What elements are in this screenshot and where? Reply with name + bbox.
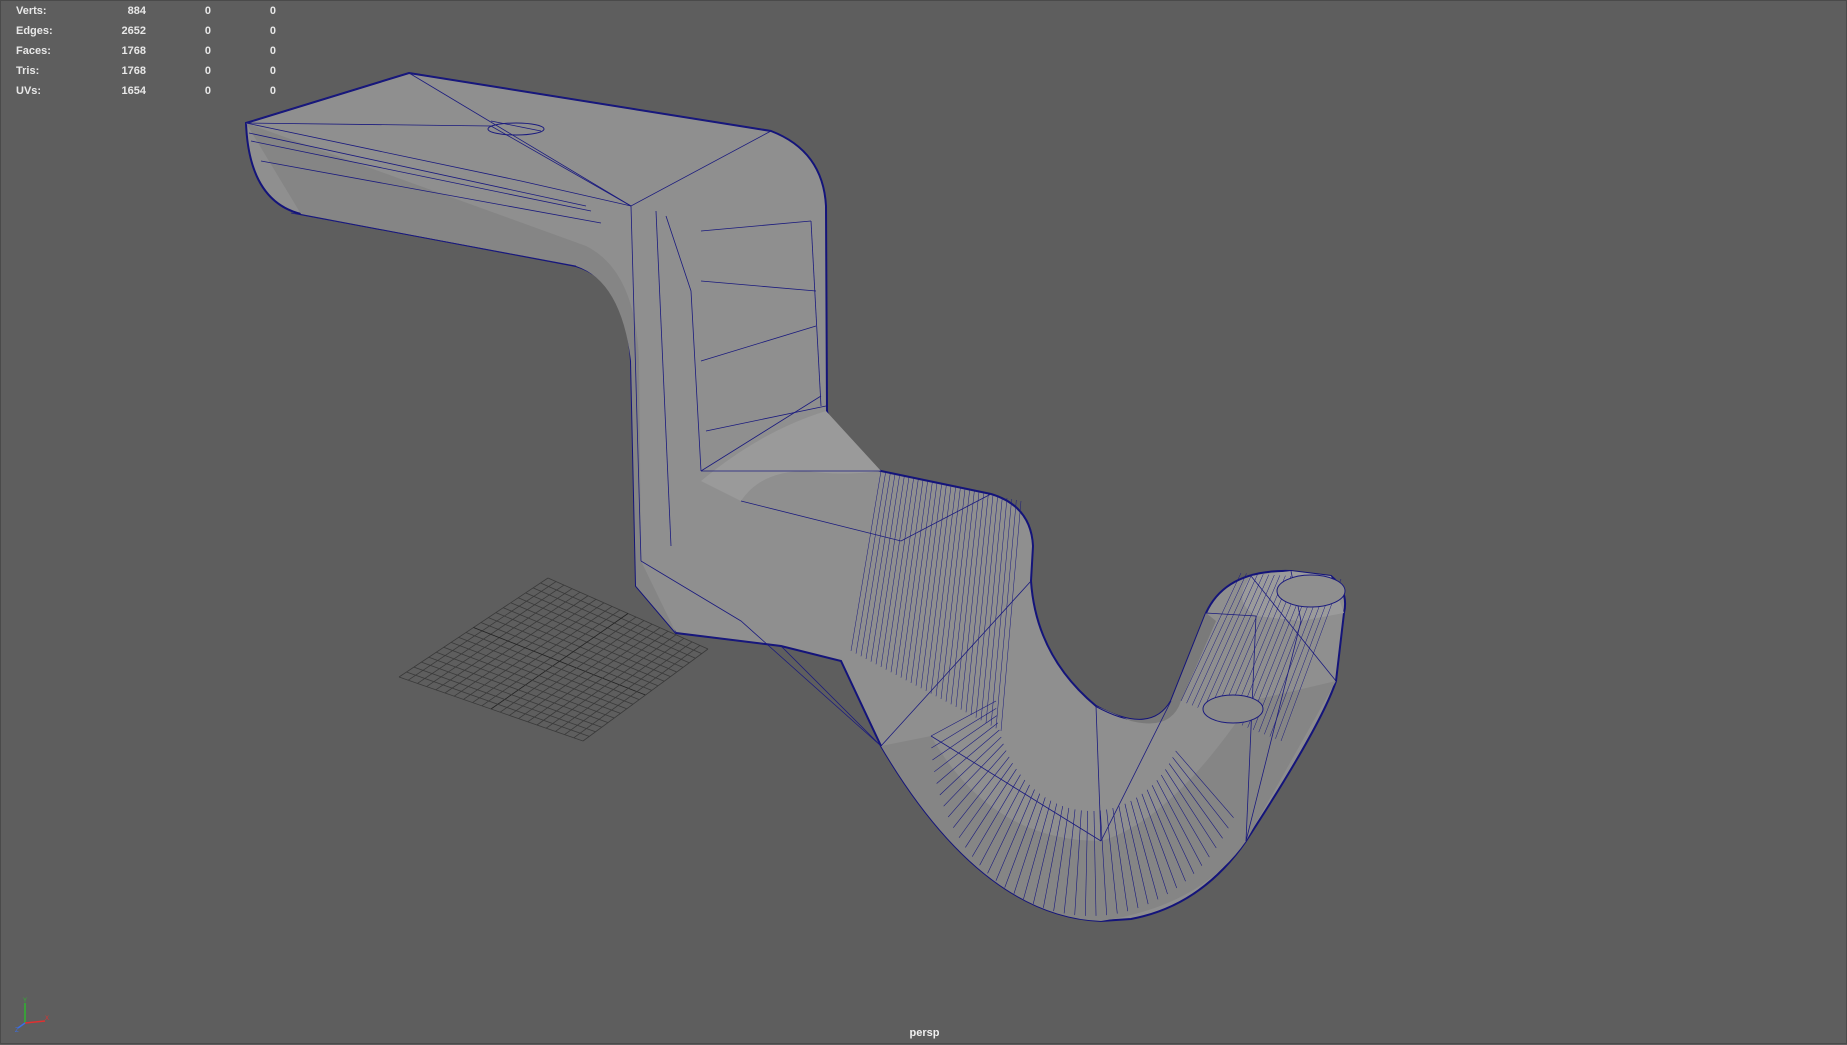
hud-stat-label: Tris: [16,65,40,77]
hud-stat-value: 884 [127,5,146,17]
hud-stat-value: 1768 [121,45,146,57]
hud-stat-value: 2652 [121,25,146,37]
hud-stat-value: 1654 [121,85,146,97]
camera-name-label: persp [909,1027,940,1039]
3d-viewport[interactable]: Verts: 884 0 0 Edges: 2652 0 0 Faces: 1768 0 0 Tris:… [0,0,1847,1044]
hud-stat-value: 0 [204,85,211,97]
hud-row: Edges: 2652 0 0 [16,23,276,43]
hud-stat-value: 0 [269,85,276,97]
hud-stat-label: UVs: [16,85,42,97]
hud-stat-label: Edges: [16,25,53,37]
hud-stat-value: 0 [204,45,211,57]
axis-y-label: Y [23,998,27,1004]
scene-view[interactable] [1,1,1847,1045]
hud-stat-label: Faces: [16,45,51,57]
hud-row: UVs: 1654 0 0 [16,83,276,103]
hud-stat-value: 0 [204,65,211,77]
grid-line [421,661,602,728]
hud-stat-value: 0 [269,5,276,17]
hud-stat-value: 0 [269,65,276,77]
hook-mesh[interactable] [244,71,1347,923]
hud-stat-value: 0 [204,5,211,17]
hud-row: Tris: 1768 0 0 [16,63,276,83]
hud-stat-label: Verts: [16,5,47,17]
hud-row: Verts: 884 0 0 [16,3,276,23]
hud-stat-value: 0 [204,25,211,37]
hud-stat-value: 0 [269,45,276,57]
grid-line [398,676,584,742]
hud-row: Faces: 1768 0 0 [16,43,276,63]
hud-stat-value: 0 [269,25,276,37]
grid-line [413,666,596,733]
hud-stat-value: 1768 [121,65,146,77]
grid-line [406,671,590,737]
axis-x-label: X [45,1016,49,1022]
poly-count-hud: Verts: 884 0 0 Edges: 2652 0 0 Faces: 1768 0 0 Tris:… [16,3,276,103]
